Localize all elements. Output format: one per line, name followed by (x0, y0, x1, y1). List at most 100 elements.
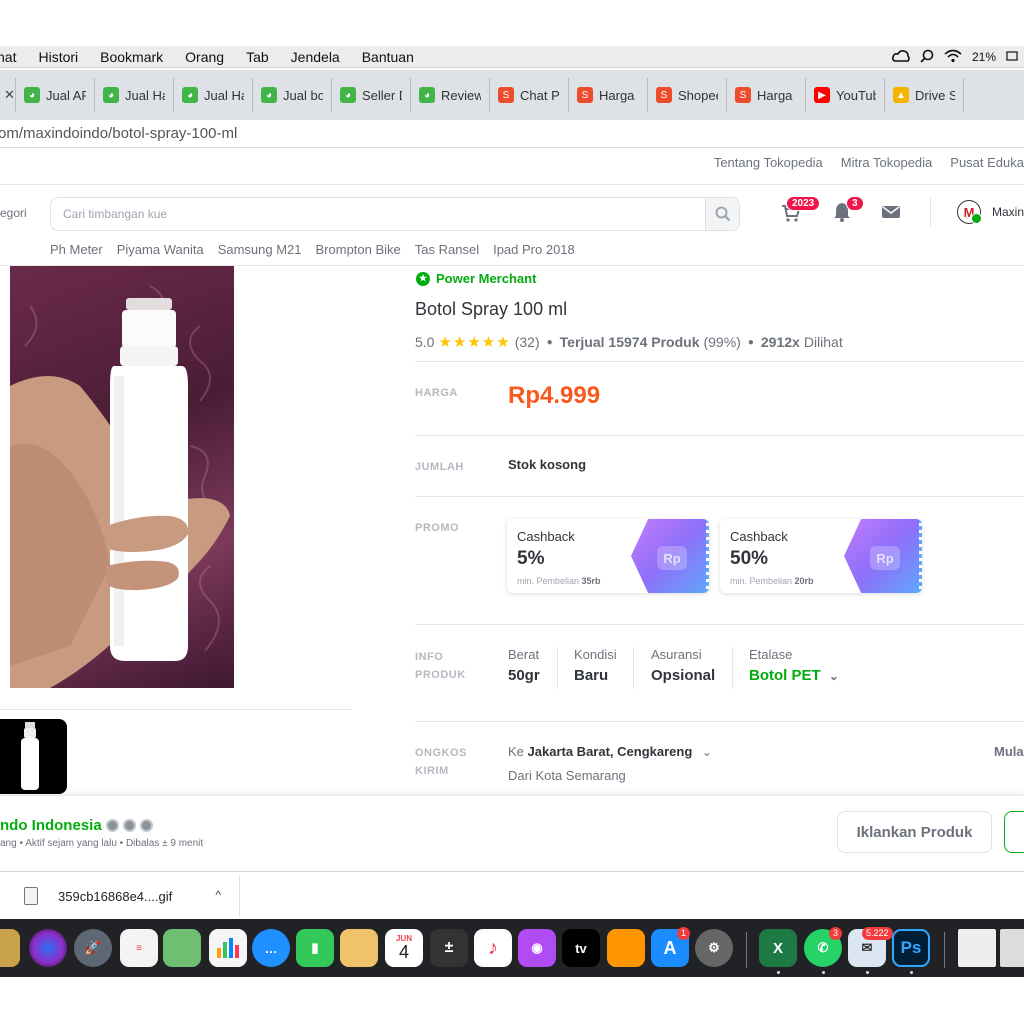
keyword-link[interactable]: Brompton Bike (316, 242, 401, 257)
product-thumbnail[interactable] (0, 719, 67, 794)
calendar-icon[interactable]: JUN 4 (385, 929, 423, 967)
shopee-icon: S (498, 87, 514, 103)
reminders-icon[interactable]: ≡ (120, 929, 158, 967)
tab-close-partial[interactable]: ✕ (0, 78, 16, 112)
menu-view[interactable]: hat (0, 49, 27, 65)
info-produk-label: INFO PRODUK (415, 651, 466, 681)
system-preferences-gear-icon[interactable]: ⚙ (695, 929, 733, 967)
address-bar[interactable]: om/maxindoindo/botol-spray-100-ml (0, 120, 1024, 148)
browser-tab[interactable]: S Shopee (648, 78, 727, 112)
link-mitra-tokopedia[interactable]: Mitra Tokopedia (841, 155, 933, 179)
facetime-icon[interactable]: ▮ (296, 929, 334, 967)
browser-tab[interactable]: ◕ Review (411, 78, 490, 112)
tokopedia-icon: ◕ (419, 87, 435, 103)
podcasts-icon[interactable]: ◉ (518, 929, 556, 967)
views-count: 2912x (760, 334, 800, 350)
keyword-link[interactable]: Ph Meter (50, 242, 103, 257)
browser-tab[interactable]: S Chat P (490, 78, 569, 112)
excel-icon[interactable]: X (759, 929, 797, 967)
promo-card-cashback[interactable]: Cashback 5% min. Pembelian 35rb Rp (507, 519, 709, 593)
battery-icon[interactable] (1006, 50, 1018, 65)
menu-bookmark[interactable]: Bookmark (89, 49, 174, 65)
menu-tab[interactable]: Tab (235, 49, 280, 65)
keyword-link[interactable]: Piyama Wanita (117, 242, 204, 257)
siri-icon[interactable] (29, 929, 67, 967)
iklankan-produk-button[interactable]: Iklankan Produk (837, 811, 992, 853)
browser-tab[interactable]: S Harga (727, 78, 806, 112)
notes-app-icon[interactable] (0, 929, 20, 967)
spreadsheet-stack-icon[interactable] (1000, 929, 1024, 967)
link-pusat-edukasi[interactable]: Pusat Eduka (950, 155, 1024, 179)
photoshop-icon[interactable]: Ps (892, 929, 930, 967)
rupiah-coin-icon: Rp (657, 546, 687, 570)
browser-tab[interactable]: ◕ Seller D (332, 78, 411, 112)
sold-count: Terjual 15974 Produk (559, 334, 700, 350)
browser-tab[interactable]: ▶ YouTub (806, 78, 885, 112)
link-tentang-tokopedia[interactable]: Tentang Tokopedia (714, 155, 823, 179)
mac-menubar: hat Histori Bookmark Orang Tab Jendela B… (0, 46, 1024, 68)
chevron-up-icon[interactable]: ^ (215, 888, 221, 902)
keyword-link[interactable]: Tas Ransel (415, 242, 479, 257)
apple-tv-icon[interactable]: tv (562, 929, 600, 967)
launchpad-rocket-icon[interactable]: 🚀 (74, 929, 112, 967)
calculator-icon[interactable]: ± (430, 929, 468, 967)
shopee-icon: S (735, 87, 751, 103)
promo-min-purchase: min. Pembelian 20rb (730, 576, 814, 586)
rating-value: 5.0 (415, 334, 435, 350)
kategori-link[interactable]: egori (0, 206, 27, 220)
shop-status-dot (971, 213, 982, 224)
menu-jendela[interactable]: Jendela (280, 49, 351, 65)
dock-separator (746, 932, 747, 968)
review-count[interactable]: (32) (515, 334, 540, 350)
header-divider (930, 198, 931, 226)
url-text[interactable]: om/maxindoindo/botol-spray-100-ml (0, 125, 237, 142)
maps-icon[interactable] (163, 929, 201, 967)
harga-label: HARGA (415, 387, 458, 399)
numbers-chart-icon[interactable] (209, 929, 247, 967)
whatsapp-badge: 3 (829, 927, 843, 940)
creative-cloud-icon[interactable] (891, 49, 910, 66)
shop-name[interactable]: ndo Indonesia (0, 817, 153, 834)
download-filename[interactable]: 359cb16868e4....gif (58, 889, 172, 904)
spotlight-search-icon[interactable] (920, 49, 934, 66)
close-icon[interactable]: ✕ (4, 87, 15, 103)
battery-percentage[interactable]: 21% (972, 50, 996, 64)
search-input[interactable] (51, 198, 701, 230)
shipping-origin: Dari Kota Semarang (508, 768, 626, 783)
browser-tab[interactable]: ◕ Jual bo (253, 78, 332, 112)
shop-medal-icon (105, 819, 119, 832)
shop-activity: ang • Aktif sejam yang lalu • Dibalas ± … (0, 838, 204, 849)
product-main-image[interactable] (10, 266, 234, 688)
keyword-link[interactable]: Ipad Pro 2018 (493, 242, 575, 257)
secondary-action-button[interactable] (1004, 811, 1024, 853)
promo-card-cashback[interactable]: Cashback 50% min. Pembelian 20rb Rp (720, 519, 922, 593)
username[interactable]: Maxin (992, 205, 1024, 219)
wifi-icon[interactable] (944, 49, 962, 66)
document-stack-icon[interactable] (958, 929, 996, 967)
sticky-shop-bar: ndo Indonesia ang • Aktif sejam yang lal… (0, 795, 1024, 867)
messages-icon[interactable]: … (252, 929, 290, 967)
shipping-destination[interactable]: Ke Jakarta Barat, Cengkareng ⌄ (508, 744, 712, 759)
keyword-link[interactable]: Samsung M21 (218, 242, 302, 257)
music-icon[interactable]: ♪ (474, 929, 512, 967)
tokopedia-icon: ◕ (340, 87, 356, 103)
etalase-link[interactable]: Botol PET ⌄ (749, 667, 839, 684)
app-store-badge: 1 (677, 927, 691, 940)
pages-icon[interactable] (340, 929, 378, 967)
browser-tab[interactable]: ▲ Drive S (885, 78, 964, 112)
browser-tab[interactable]: ◕ Jual Ha (174, 78, 253, 112)
menu-orang[interactable]: Orang (174, 49, 235, 65)
search-button[interactable] (705, 198, 739, 230)
tokopedia-icon: ◕ (261, 87, 277, 103)
divider (415, 435, 1024, 436)
books-icon[interactable] (607, 929, 645, 967)
browser-tab[interactable]: S Harga (569, 78, 648, 112)
info-etalase[interactable]: Etalase Botol PET ⌄ (749, 647, 839, 684)
menu-bantuan[interactable]: Bantuan (351, 49, 425, 65)
download-item[interactable]: 359cb16868e4....gif ^ (4, 876, 240, 916)
menu-histori[interactable]: Histori (27, 49, 89, 65)
inbox-button[interactable] (880, 201, 902, 223)
cart-badge: 2023 (786, 196, 821, 211)
browser-tab[interactable]: ◕ Jual AF (16, 78, 95, 112)
browser-tab[interactable]: ◕ Jual Ha (95, 78, 174, 112)
